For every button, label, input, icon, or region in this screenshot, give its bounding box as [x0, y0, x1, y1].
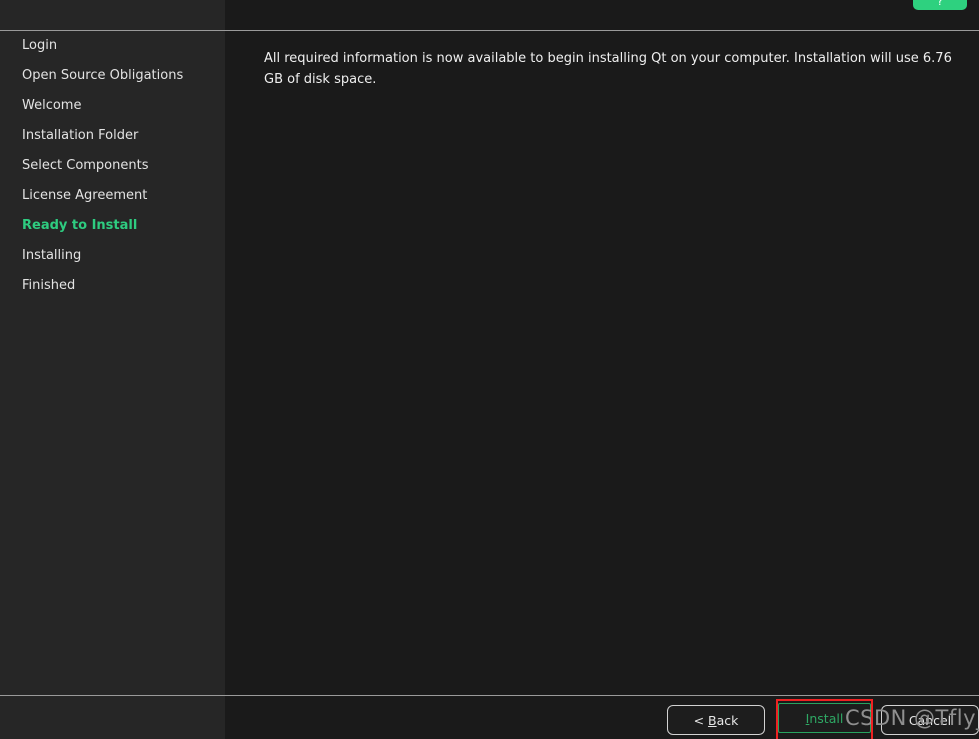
sidebar-item-label: Login [22, 38, 58, 53]
back-button[interactable]: < Back [667, 705, 765, 735]
sidebar-item-label: Select Components [22, 158, 149, 173]
sidebar-item-label: License Agreement [22, 188, 148, 203]
sidebar-item-welcome[interactable]: Welcome [0, 91, 225, 121]
install-button[interactable]: Install [778, 703, 871, 733]
top-bar-sidebar-region [0, 0, 225, 30]
sidebar-item-label: Open Source Obligations [22, 68, 184, 83]
qt-installer-window: ? Login Open Source Obligations Welcome … [0, 0, 979, 739]
sidebar-item-ready-to-install[interactable]: Ready to Install [0, 211, 225, 241]
main-content-panel: All required information is now availabl… [226, 31, 979, 695]
wizard-steps-sidebar: Login Open Source Obligations Welcome In… [0, 31, 225, 695]
wizard-steps-list: Login Open Source Obligations Welcome In… [0, 31, 225, 301]
top-bar: ? [0, 0, 979, 30]
sidebar-item-installing[interactable]: Installing [0, 241, 225, 271]
bottom-bar-sidebar-region [0, 696, 225, 739]
sidebar-item-select-components[interactable]: Select Components [0, 151, 225, 181]
back-button-mnemonic: B [708, 713, 717, 728]
sidebar-item-label: Welcome [22, 98, 82, 113]
cancel-button-label: Cancel [908, 713, 952, 728]
sidebar-item-license-agreement[interactable]: License Agreement [0, 181, 225, 211]
sidebar-item-label: Finished [22, 278, 76, 293]
sidebar-item-label: Installation Folder [22, 128, 139, 143]
sidebar-item-login[interactable]: Login [0, 31, 225, 61]
sidebar-item-open-source-obligations[interactable]: Open Source Obligations [0, 61, 225, 91]
sidebar-item-installation-folder[interactable]: Installation Folder [0, 121, 225, 151]
cancel-button[interactable]: Cancel [881, 705, 979, 735]
help-button[interactable]: ? [913, 0, 967, 10]
sidebar-item-finished[interactable]: Finished [0, 271, 225, 301]
back-button-prefix: < [693, 713, 709, 728]
back-button-suffix: ack [716, 713, 739, 728]
sidebar-item-label: Installing [22, 248, 82, 263]
ready-to-install-description: All required information is now availabl… [264, 51, 952, 87]
install-button-suffix: nstall [809, 711, 844, 726]
sidebar-item-label: Ready to Install [22, 218, 138, 233]
